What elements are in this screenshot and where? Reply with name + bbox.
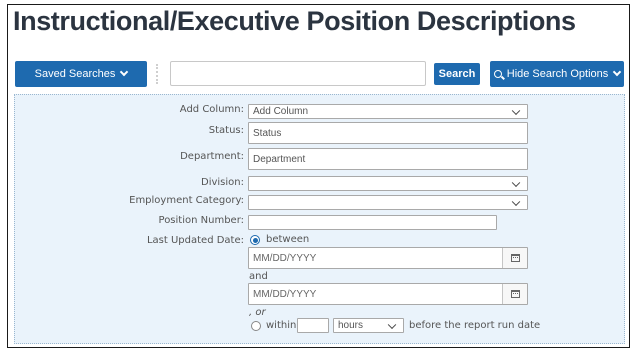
within-unit-value: hours	[338, 320, 364, 331]
position-number-label: Position Number:	[158, 215, 244, 226]
chevron-down-icon	[511, 178, 521, 187]
status-placeholder: Status	[253, 127, 282, 139]
division-label: Division:	[201, 177, 244, 188]
page-title: Instructional/Executive Position Descrip…	[13, 6, 576, 36]
date-from-placeholder: MM/DD/YYYY	[253, 252, 317, 264]
calendar-icon	[510, 290, 520, 298]
chevron-down-icon	[511, 197, 521, 206]
chevron-down-icon	[120, 67, 129, 77]
chevron-down-icon	[387, 320, 397, 329]
date-to-calendar-button[interactable]	[502, 284, 527, 304]
within-number-input[interactable]	[297, 318, 329, 333]
date-to-placeholder: MM/DD/YYYY	[253, 288, 317, 300]
within-suffix: before the report run date	[409, 320, 541, 331]
chevron-down-icon	[613, 67, 622, 77]
search-button[interactable]: Search	[434, 63, 480, 85]
date-from-calendar-button[interactable]	[502, 248, 527, 268]
add-column-select[interactable]: Add Column	[248, 104, 528, 119]
department-field[interactable]: Department	[248, 148, 528, 170]
search-icon	[493, 70, 502, 78]
department-placeholder: Department	[253, 153, 306, 165]
division-select[interactable]	[248, 176, 528, 191]
within-unit-select[interactable]: hours	[333, 318, 404, 333]
status-field[interactable]: Status	[248, 122, 528, 144]
calendar-icon	[510, 254, 520, 262]
toolbar-separator	[156, 64, 158, 84]
within-label: within	[266, 320, 297, 331]
add-column-label: Add Column:	[179, 104, 244, 115]
hide-search-options-button[interactable]: Hide Search Options	[490, 61, 624, 87]
add-column-value: Add Column	[253, 106, 309, 117]
chevron-down-icon	[511, 106, 521, 115]
position-number-input[interactable]	[248, 215, 497, 230]
between-label: between	[266, 234, 310, 245]
status-label: Status:	[208, 125, 244, 136]
last-updated-label: Last Updated Date:	[146, 235, 244, 246]
between-radio[interactable]	[250, 235, 260, 245]
employment-category-label: Employment Category:	[129, 195, 244, 206]
date-to-input[interactable]: MM/DD/YYYY	[248, 283, 528, 305]
saved-searches-button[interactable]: Saved Searches	[15, 61, 147, 87]
saved-searches-label: Saved Searches	[34, 68, 116, 80]
hide-search-options-label: Hide Search Options	[506, 68, 609, 80]
and-label: and	[249, 271, 268, 282]
within-radio[interactable]	[251, 321, 261, 331]
department-label: Department:	[180, 151, 244, 162]
or-label: , or	[249, 307, 266, 318]
employment-category-select[interactable]	[248, 195, 528, 210]
search-input[interactable]	[170, 61, 426, 86]
date-from-input[interactable]: MM/DD/YYYY	[248, 247, 528, 269]
